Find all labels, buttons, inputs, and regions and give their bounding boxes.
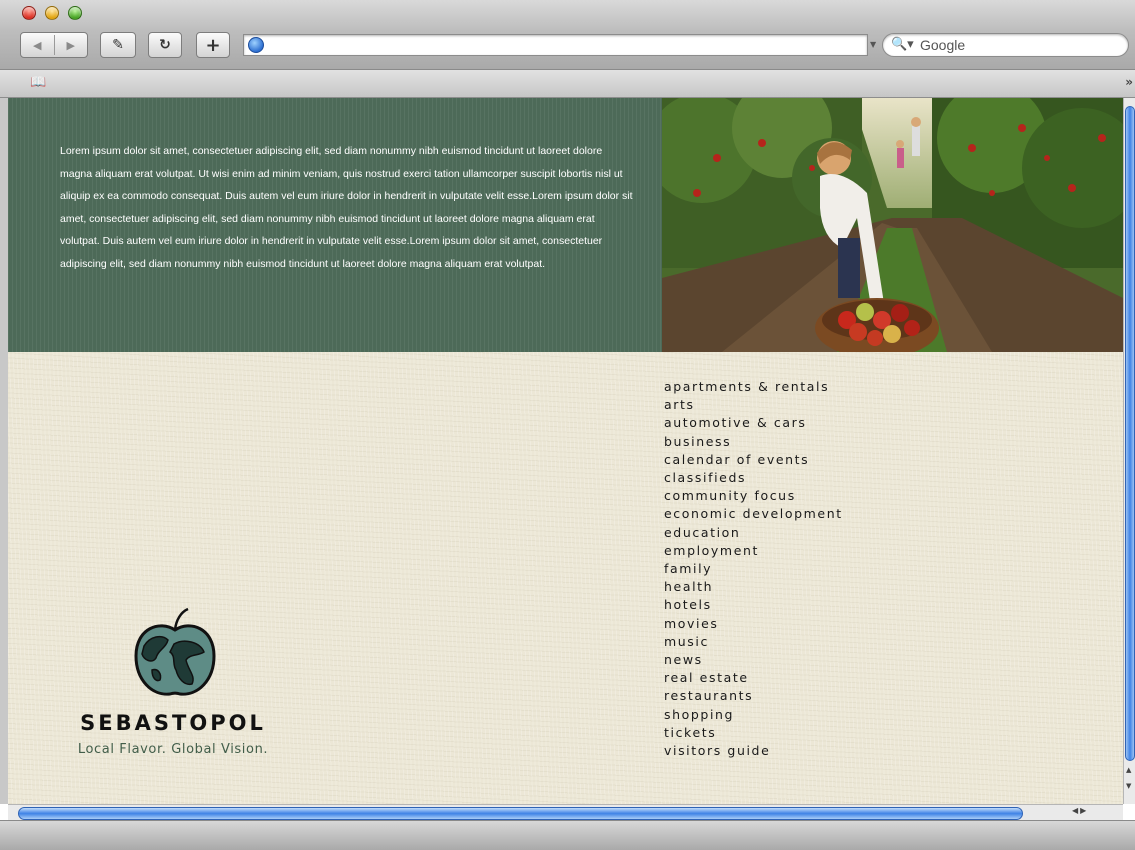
back-arrow-icon[interactable]: ◀ <box>21 39 54 52</box>
scroll-down-icon[interactable]: ▼ <box>1126 782 1131 790</box>
chevron-right-icon[interactable]: » <box>1125 75 1133 89</box>
nav-link-family[interactable]: family <box>664 560 843 578</box>
horizontal-scroll-thumb[interactable] <box>18 807 1023 820</box>
brand-tagline: Local Flavor. Global Vision. <box>77 742 269 757</box>
scroll-up-icon[interactable]: ▲ <box>1126 766 1131 774</box>
forward-arrow-icon[interactable]: ▶ <box>54 39 87 52</box>
scroll-left-right-icons[interactable]: ◀▶ <box>1072 806 1088 815</box>
globe-icon <box>248 37 264 53</box>
nav-link-tickets[interactable]: tickets <box>664 724 843 742</box>
back-forward-buttons[interactable]: ◀ ▶ <box>20 32 88 58</box>
nav-link-hotels[interactable]: hotels <box>664 596 843 614</box>
close-window-button[interactable] <box>22 6 36 20</box>
edit-button[interactable]: ✎ <box>100 32 136 58</box>
edit-icon: ✎ <box>112 37 124 53</box>
nav-link-education[interactable]: education <box>664 524 843 542</box>
web-page: Lorem ipsum dolor sit amet, consectetuer… <box>8 98 1123 804</box>
intro-panel: Lorem ipsum dolor sit amet, consectetuer… <box>8 98 662 352</box>
nav-link-arts[interactable]: arts <box>664 396 843 414</box>
search-engine-dropdown-icon[interactable]: ▼ <box>870 40 876 49</box>
search-placeholder: Google <box>920 37 966 53</box>
category-nav: apartments & rentals arts automotive & c… <box>664 378 843 760</box>
address-bar[interactable] <box>243 34 868 56</box>
nav-link-restaurants[interactable]: restaurants <box>664 687 843 705</box>
search-field[interactable]: 🔍▾ Google <box>882 33 1129 57</box>
reload-button[interactable]: ↻ <box>148 32 182 58</box>
bookmarks-icon[interactable]: 📖 <box>30 75 46 90</box>
nav-link-news[interactable]: news <box>664 651 843 669</box>
apple-globe-icon <box>134 608 216 696</box>
nav-link-automotive-cars[interactable]: automotive & cars <box>664 414 843 432</box>
brand-name: SEBASTOPOL <box>80 711 266 735</box>
search-icon[interactable]: 🔍▾ <box>891 37 914 52</box>
orchard-girl-apples-image <box>662 98 1123 352</box>
intro-text: Lorem ipsum dolor sit amet, consectetuer… <box>60 145 633 270</box>
nav-link-employment[interactable]: employment <box>664 542 843 560</box>
nav-link-classifieds[interactable]: classifieds <box>664 469 843 487</box>
hero-photo <box>662 98 1123 352</box>
vertical-scroll-thumb[interactable] <box>1125 106 1135 761</box>
status-bar <box>0 820 1135 850</box>
window-frame <box>0 98 8 804</box>
zoom-window-button[interactable] <box>68 6 82 20</box>
plus-icon: + <box>205 34 221 56</box>
add-bookmark-button[interactable]: + <box>196 32 230 58</box>
minimize-window-button[interactable] <box>45 6 59 20</box>
horizontal-scrollbar[interactable]: ◀▶ <box>8 804 1123 820</box>
browser-toolbar: ◀ ▶ ✎ ↻ + ▼ 🔍▾ Google <box>0 0 1135 70</box>
nav-link-apartments-rentals[interactable]: apartments & rentals <box>664 378 843 396</box>
bookmarks-bar: 📖 » <box>0 70 1135 98</box>
nav-link-economic-development[interactable]: economic development <box>664 505 843 523</box>
nav-link-visitors-guide[interactable]: visitors guide <box>664 742 843 760</box>
nav-link-health[interactable]: health <box>664 578 843 596</box>
nav-link-movies[interactable]: movies <box>664 615 843 633</box>
nav-link-music[interactable]: music <box>664 633 843 651</box>
reload-icon: ↻ <box>159 37 171 53</box>
nav-link-real-estate[interactable]: real estate <box>664 669 843 687</box>
nav-link-calendar-of-events[interactable]: calendar of events <box>664 451 843 469</box>
nav-link-community-focus[interactable]: community focus <box>664 487 843 505</box>
nav-link-shopping[interactable]: shopping <box>664 706 843 724</box>
vertical-scrollbar[interactable]: ▲ ▼ <box>1123 98 1135 804</box>
nav-link-business[interactable]: business <box>664 433 843 451</box>
